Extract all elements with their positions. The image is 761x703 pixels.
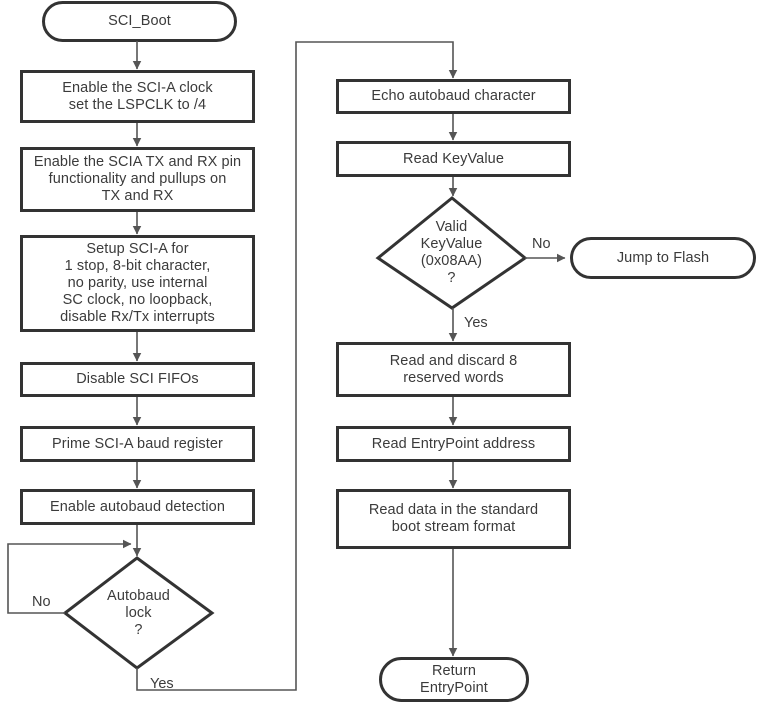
node-shape-prime-baud <box>20 426 255 462</box>
flowchart-connectors-and-shapes <box>7 1 756 702</box>
flowchart-canvas: SCI_Boot Enable the SCI-A clock set the … <box>0 0 761 703</box>
node-shape-enable-pins <box>20 147 255 212</box>
node-shape-read-entrypoint <box>336 426 571 462</box>
node-shape-jump-to-flash <box>570 237 756 279</box>
node-shape-enable-clock <box>20 70 255 123</box>
node-shape-read-discard <box>336 342 571 397</box>
node-shape-return-entrypoint <box>379 657 529 702</box>
node-shape-start <box>42 1 237 42</box>
node-shape-read-data <box>336 489 571 549</box>
node-shape-valid-keyvalue <box>375 196 528 310</box>
node-shape-echo-char <box>336 79 571 114</box>
node-shape-enable-autobaud <box>20 489 255 525</box>
node-shape-autobaud-lock <box>62 556 215 670</box>
node-shape-disable-fifos <box>20 362 255 397</box>
node-shape-setup-scia <box>20 235 255 332</box>
node-shape-read-keyvalue <box>336 141 571 177</box>
